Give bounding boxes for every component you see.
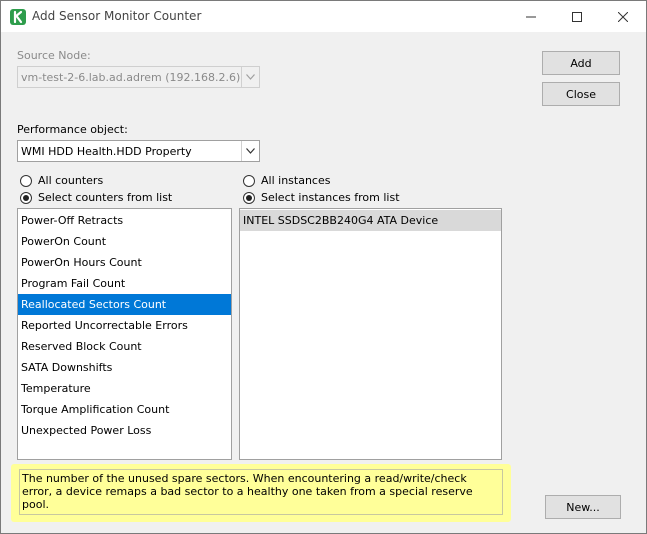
performance-object-label: Performance object: [17,123,128,136]
counter-list-item[interactable]: Torque Amplification Count [18,399,231,420]
app-icon [10,9,26,25]
instances-list[interactable]: INTEL SSDSC2BB240G4 ATA Device [239,208,502,460]
counter-list-item[interactable]: Reported Uncorrectable Errors [18,315,231,336]
select-counters-radio[interactable] [20,192,32,204]
add-button[interactable]: Add [542,51,620,75]
minimize-icon [526,16,536,17]
all-counters-label[interactable]: All counters [38,174,103,187]
performance-object-select[interactable]: WMI HDD Health.HDD Property [17,140,260,162]
maximize-icon [572,11,582,22]
select-instances-label[interactable]: Select instances from list [261,191,400,204]
minimize-button[interactable] [508,1,554,32]
counter-list-item[interactable]: Temperature [18,378,231,399]
chevron-down-icon [241,141,259,161]
select-instances-radio[interactable] [243,192,255,204]
counter-list-item[interactable]: Unexpected Power Loss [18,420,231,441]
all-instances-radio[interactable] [243,175,255,187]
counter-list-item[interactable]: SATA Downshifts [18,357,231,378]
counters-list[interactable]: Power-Off Retracts PowerOn Count PowerOn H… [17,208,232,460]
maximize-button[interactable] [554,1,600,32]
performance-object-value: WMI HDD Health.HDD Property [21,145,192,158]
new-button[interactable]: New... [545,495,621,519]
close-icon [618,11,628,22]
instance-list-item[interactable]: INTEL SSDSC2BB240G4 ATA Device [240,210,501,231]
close-window-button[interactable] [600,1,646,32]
all-instances-label[interactable]: All instances [261,174,330,187]
select-counters-label[interactable]: Select counters from list [38,191,172,204]
dialog-window: Add Sensor Monitor Counter Source Node: … [0,0,647,534]
source-node-value: vm-test-2-6.lab.ad.adrem (192.168.2.6) [21,71,241,84]
title-bar[interactable]: Add Sensor Monitor Counter [1,1,646,32]
window-title: Add Sensor Monitor Counter [32,9,202,23]
counter-list-item[interactable]: PowerOn Count [18,231,231,252]
description-box: The number of the unused spare sectors. … [19,469,503,515]
counter-list-item[interactable]: Reserved Block Count [18,336,231,357]
description-text: The number of the unused spare sectors. … [22,472,473,511]
all-counters-radio[interactable] [20,175,32,187]
description-panel: The number of the unused spare sectors. … [11,464,511,522]
source-node-select[interactable]: vm-test-2-6.lab.ad.adrem (192.168.2.6) [17,66,260,88]
counter-list-item[interactable]: PowerOn Hours Count [18,252,231,273]
close-button[interactable]: Close [542,82,620,106]
counter-list-item[interactable]: Program Fail Count [18,273,231,294]
counter-list-item[interactable]: Reallocated Sectors Count [18,294,231,315]
counter-list-item[interactable]: Power-Off Retracts [18,210,231,231]
chevron-down-icon [241,67,259,87]
source-node-label: Source Node: [17,49,91,62]
